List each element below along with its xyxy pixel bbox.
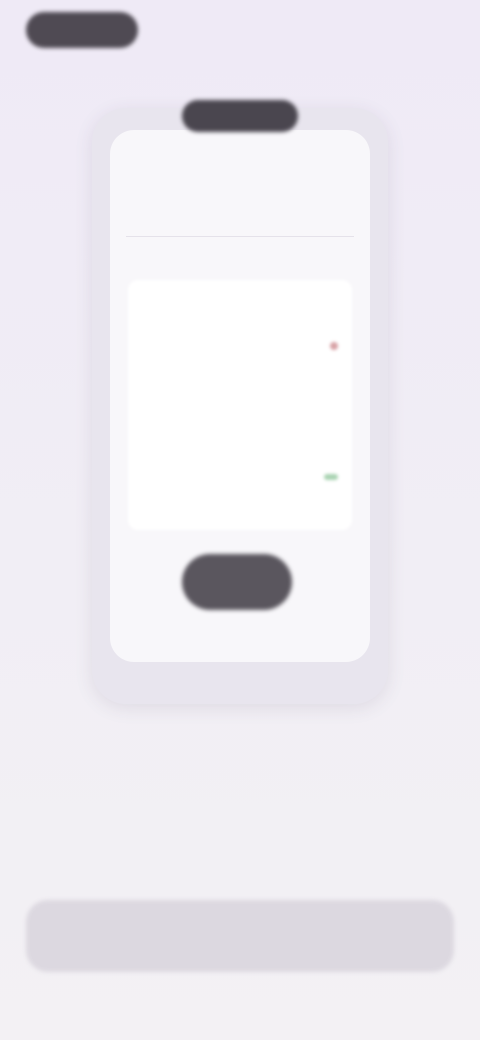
mockup-row	[142, 342, 338, 350]
phone-mockup-screen	[110, 130, 370, 662]
mockup-primary-button	[182, 554, 292, 610]
mockup-top-pill	[182, 100, 298, 132]
mockup-card	[128, 280, 352, 530]
mockup-row	[142, 474, 338, 480]
toggle-on-icon	[324, 474, 338, 480]
skip-button[interactable]	[26, 12, 138, 48]
alert-dot-icon	[330, 342, 338, 350]
mockup-divider	[126, 236, 354, 237]
continue-button[interactable]	[26, 900, 454, 972]
